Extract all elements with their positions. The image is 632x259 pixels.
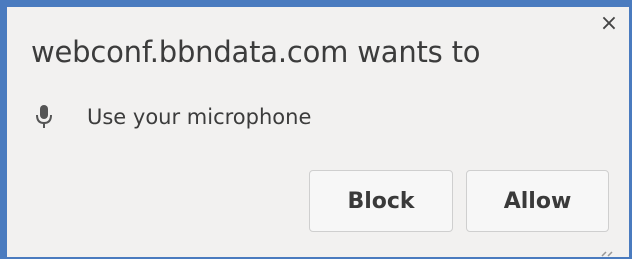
- dialog-title: webconf.bbndata.com wants to: [31, 35, 481, 69]
- allow-button[interactable]: Allow: [466, 170, 609, 232]
- permission-row: Use your microphone: [35, 97, 311, 137]
- close-button[interactable]: ×: [597, 13, 621, 39]
- block-button[interactable]: Block: [309, 170, 453, 232]
- close-icon: ×: [599, 11, 619, 36]
- microphone-icon: [35, 103, 53, 131]
- permission-dialog: × webconf.bbndata.com wants to Use your …: [7, 7, 629, 257]
- permission-label: Use your microphone: [87, 105, 312, 129]
- resize-grip-icon: [600, 249, 614, 257]
